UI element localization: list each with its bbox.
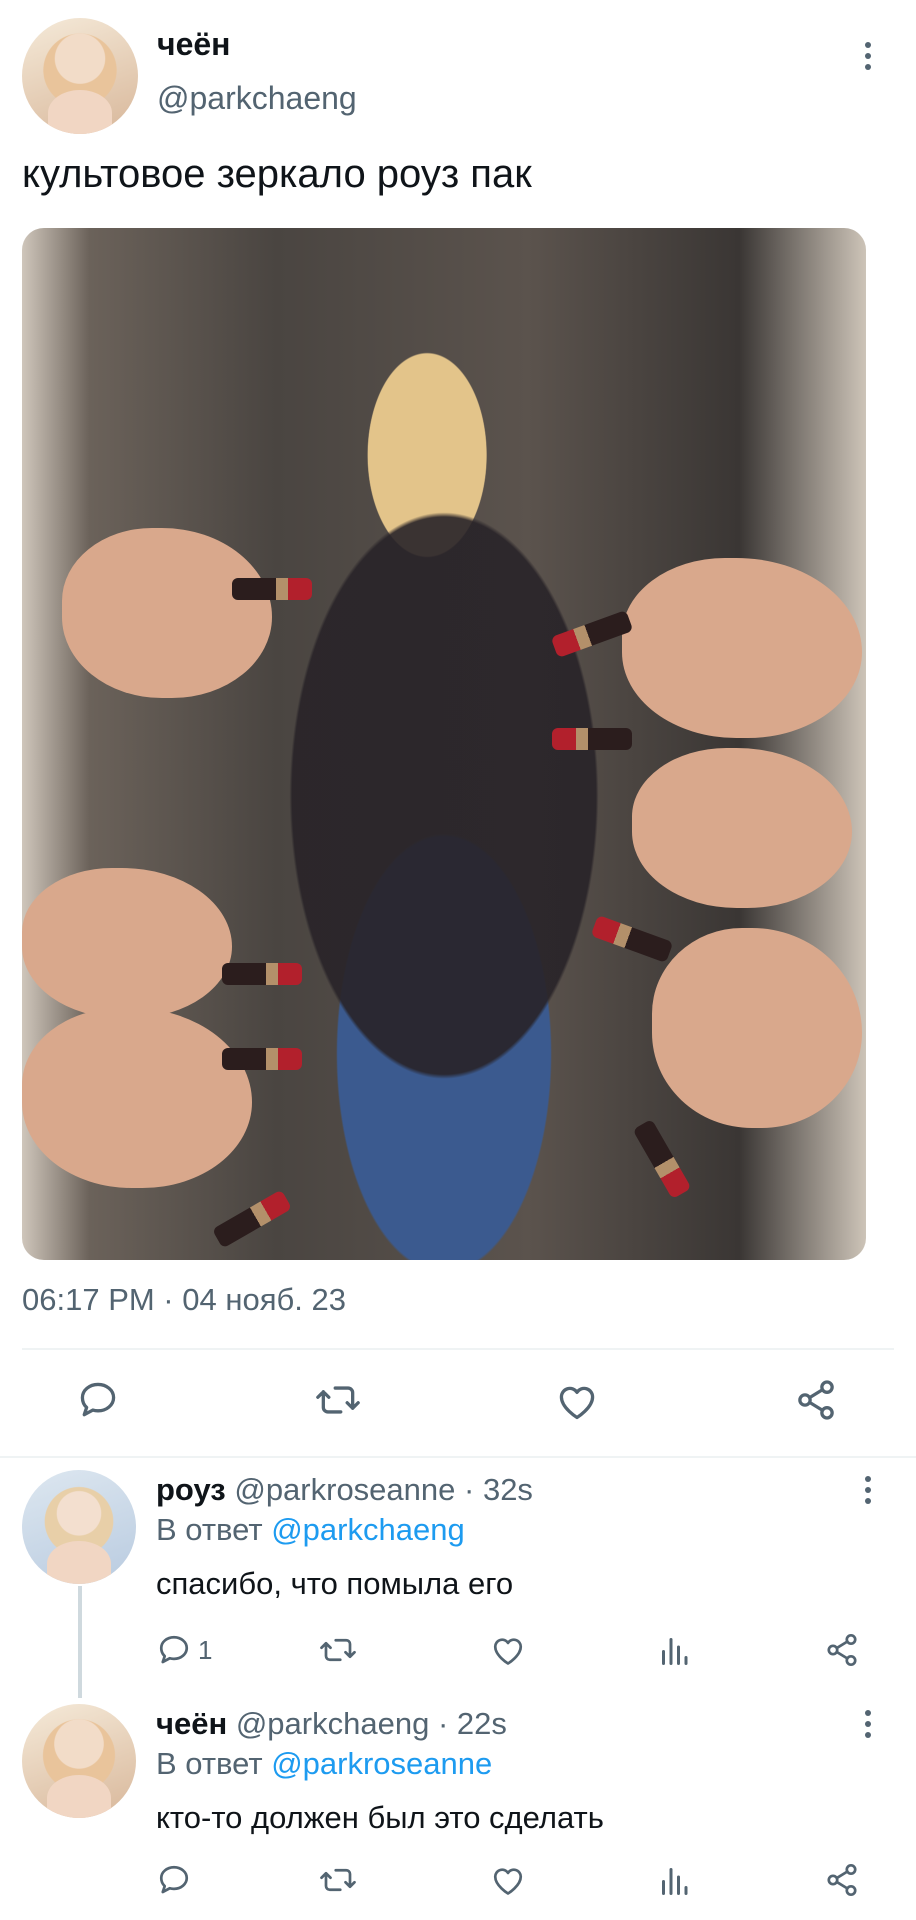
lipstick-image [550,609,634,659]
hand-image [22,868,232,1018]
author-handle[interactable]: @parkchaeng [236,1706,429,1741]
reply-text: спасибо, что помыла его [156,1566,514,1601]
lipstick-image [552,728,632,750]
lipstick-image [232,578,312,600]
author-handle[interactable]: @parkchaeng [157,80,357,117]
lipstick-image [222,1048,302,1070]
hand-image [632,748,852,908]
author-name[interactable]: роуз [156,1472,226,1507]
reply-to-link[interactable]: @parkroseanne [271,1746,492,1781]
reply-to-prefix: В ответ [156,1512,263,1547]
heart-icon[interactable] [490,1863,526,1897]
reply-header: чеён @parkchaeng · 22s [156,1706,507,1742]
hand-image [22,1008,252,1188]
reply-to-prefix: В ответ [156,1746,263,1781]
tweet-photo[interactable] [22,228,866,1260]
heart-icon[interactable] [490,1633,526,1667]
thread-line [78,1586,82,1698]
author-name[interactable]: чеён [156,1706,227,1741]
views-icon[interactable] [658,1862,690,1898]
tweet-text: культовое зеркало роуз пак [22,152,532,196]
comment-icon[interactable] [76,1378,120,1422]
lipstick-image [632,1118,692,1200]
share-icon[interactable] [824,1862,860,1898]
reply-to-line: В ответ @parkchaeng [156,1512,465,1548]
reply-age: · 32s [464,1472,533,1507]
reply-action-bar [156,1862,876,1902]
share-icon[interactable] [794,1378,838,1422]
hand-image [652,928,862,1128]
reply-age: · 22s [437,1706,507,1741]
lipstick-image [222,963,302,985]
reply-count: 1 [198,1634,213,1665]
author-handle[interactable]: @parkroseanne [234,1472,455,1507]
reply-header: роуз @parkroseanne · 32s [156,1472,533,1508]
avatar[interactable] [22,1470,136,1584]
retweet-icon[interactable] [318,1632,358,1668]
author-name[interactable]: чеён [157,26,231,63]
more-vertical-icon[interactable] [858,1476,878,1504]
hand-image [62,528,272,698]
tweet-timestamp[interactable]: 06:17 PM · 04 нояб. 23 [22,1282,346,1318]
comment-icon[interactable] [156,1862,192,1898]
share-icon[interactable] [824,1632,860,1668]
avatar[interactable] [22,18,138,134]
divider [22,1348,894,1350]
retweet-icon[interactable] [314,1378,362,1422]
comment-icon[interactable]: 1 [156,1632,212,1668]
avatar[interactable] [22,1704,136,1818]
retweet-icon[interactable] [318,1862,358,1898]
lipstick-image [590,914,674,964]
more-vertical-icon[interactable] [858,1710,878,1738]
reply-to-line: В ответ @parkroseanne [156,1746,492,1782]
more-vertical-icon[interactable] [858,42,878,70]
reply-action-bar: 1 [156,1632,876,1672]
lipstick-image [211,1189,293,1249]
views-icon[interactable] [658,1632,690,1668]
heart-icon[interactable] [555,1380,599,1422]
reply-to-link[interactable]: @parkchaeng [271,1512,464,1547]
divider [0,1456,916,1458]
hand-image [622,558,862,738]
reply-text: кто-то должен был это сделать [156,1800,604,1835]
